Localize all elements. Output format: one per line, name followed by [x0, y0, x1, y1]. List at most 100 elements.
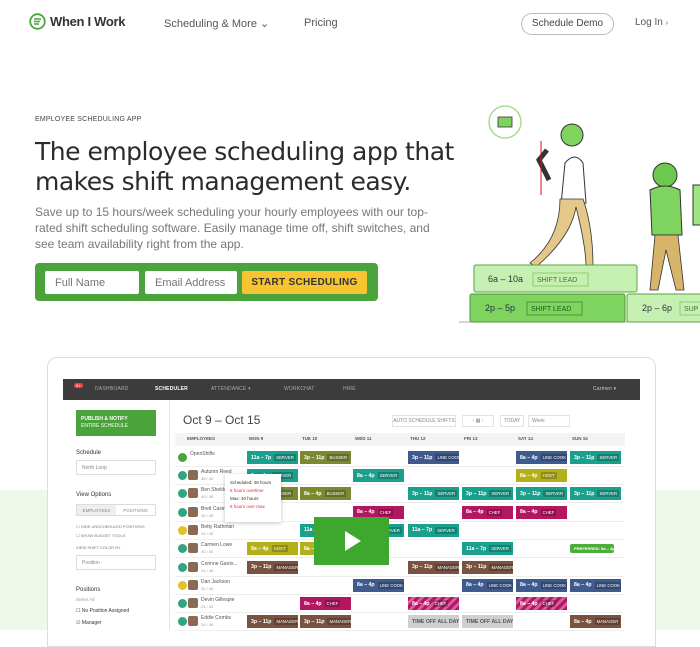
no-position-checkbox[interactable]: ☐ No Position Assigned	[76, 608, 129, 614]
shift-block[interactable]: 11a – 7pSERVER	[462, 542, 513, 556]
logo-icon	[29, 13, 46, 30]
shift-block[interactable]: 8a – 4p CHEF	[516, 597, 567, 611]
shift-time: 11a – 7p	[466, 545, 487, 552]
shift-position: CHEF	[540, 600, 557, 608]
manager-checkbox[interactable]: ☑ Manager	[76, 620, 102, 626]
shift-block[interactable]: 8a – 4p CHEF	[300, 597, 351, 611]
shift-time: 11a – 7p	[251, 454, 272, 461]
shift-time: 3p – 11p	[251, 564, 272, 570]
avatar	[188, 579, 198, 590]
row-divider	[175, 538, 625, 540]
view-select[interactable]: Week	[528, 415, 570, 427]
grid-header	[175, 433, 625, 446]
shift-block[interactable]: 8a – 4p LINE COOK	[516, 451, 567, 464]
avatar	[188, 506, 198, 517]
shift-position: LINE COOK	[435, 454, 459, 461]
hide-unscheduled-checkbox[interactable]: ☐ HIDE UNSCHEDULED POSITIONS	[76, 524, 145, 529]
email-input[interactable]	[145, 271, 237, 294]
shift-block[interactable]: 11a – 7pSERVER	[247, 451, 298, 464]
shift-block[interactable]: 3p – 11p MANAGER	[300, 615, 351, 629]
shift-time: 3p – 11p	[574, 454, 595, 461]
shift-block[interactable]: 3p – 11p SERVER	[516, 487, 567, 501]
nav-scheduler[interactable]: SCHEDULER	[155, 386, 188, 392]
nav-scheduling-more[interactable]: Scheduling & More ⌄	[164, 17, 269, 30]
avatar	[188, 488, 198, 499]
employee-hours: 24 / 40	[201, 530, 214, 536]
day-header: SAT 14	[518, 436, 533, 441]
shift-block[interactable]: 8a – 4pHOST	[516, 469, 567, 482]
calendar-picker[interactable]: ‹ ▦ ›	[462, 415, 494, 427]
login-link[interactable]: Log In ›	[635, 17, 668, 28]
logo[interactable]: When I Work	[29, 13, 125, 30]
shift-block[interactable]: 8a – 4p CHEF	[408, 597, 459, 611]
status-icon	[178, 580, 187, 590]
shift-position: SERVER	[489, 545, 511, 553]
shift-position: LINE COOK	[377, 581, 404, 589]
nav-pricing[interactable]: Pricing	[304, 17, 338, 29]
shift-block[interactable]: 3p – 11p MANAGER	[247, 560, 298, 574]
shift-block[interactable]: 8a – 4p LINE COOK	[570, 578, 621, 592]
today-button[interactable]: TODAY	[500, 415, 524, 427]
employee-hours: 24 / 40	[201, 567, 214, 573]
show-budget-checkbox[interactable]: ☐ SHOW BUDGET TOOLS	[76, 533, 125, 538]
shift-block[interactable]: TIME OFF ALL DAY	[462, 615, 513, 629]
shift-block[interactable]: 11a – 7pSERVER	[408, 523, 459, 537]
svg-text:SHIFT LEAD: SHIFT LEAD	[531, 306, 571, 313]
employee-hours: 40 / 40	[201, 512, 214, 518]
shift-block[interactable]: 3p – 11p SERVER	[462, 487, 513, 501]
shift-block[interactable]: 8a – 4p LINE COOK	[516, 578, 567, 592]
nav-hire[interactable]: HIRE	[343, 386, 356, 392]
shift-block[interactable]: 3p – 11p SERVER	[570, 487, 621, 501]
start-scheduling-button[interactable]: START SCHEDULING	[242, 271, 367, 294]
shift-block[interactable]: 3p – 11p SERVER	[408, 487, 459, 501]
shift-block[interactable]: 8a – 4p CHEF	[516, 505, 567, 519]
shift-block[interactable]: 3p – 11p LINE COOK	[408, 451, 459, 464]
shift-position: MANAGER	[274, 563, 298, 571]
nav-dashboard[interactable]: DASHBOARD	[95, 386, 128, 392]
shift-time: 3p – 11p	[304, 454, 325, 461]
shift-block[interactable]: 3p – 11p MANAGER	[408, 560, 459, 574]
shift-block[interactable]: 3p – 11p MANAGER	[462, 560, 513, 574]
schedule-demo-button[interactable]: Schedule Demo	[521, 13, 614, 35]
schedule-select[interactable]: North Loop	[76, 460, 156, 475]
shift-time: TIME OFF ALL DAY	[466, 618, 513, 625]
tab-employees[interactable]: EMPLOYEES	[77, 505, 116, 515]
shift-block[interactable]: 3p – 11p BUSSER	[300, 451, 351, 464]
shift-position: LINE COOK	[594, 581, 621, 589]
shift-block[interactable]: PREFERRED: 8a – 4p	[570, 544, 614, 554]
shift-block[interactable]: 8a – 4p LINE COOK	[353, 578, 404, 592]
shift-block[interactable]: 8a – 4p LINE COOK	[462, 578, 513, 592]
day-header: FRI 13	[464, 436, 478, 441]
status-icon	[178, 507, 187, 517]
shift-block[interactable]: TIME OFF ALL DAY	[408, 615, 459, 629]
employee-name: Corinne Garris...	[201, 560, 238, 567]
shift-time: 8a – 4p	[304, 600, 322, 607]
employees-header: EMPLOYEES	[187, 436, 216, 441]
shift-block[interactable]: 8a – 4pHOST	[247, 542, 298, 556]
employee-name: Dan Jackson	[201, 578, 230, 585]
shift-block[interactable]: 3p – 11p MANAGER	[247, 615, 298, 629]
shift-position: BUSSER	[327, 454, 350, 461]
auto-schedule-button[interactable]: AUTO SCHEDULE SHIFTS	[392, 415, 456, 427]
shift-block[interactable]: 8a – 4p CHEF	[462, 505, 513, 519]
color-by-select[interactable]: Position	[76, 555, 156, 570]
shift-position: SERVER	[543, 490, 566, 498]
shift-block[interactable]: 8a – 4pSERVER	[353, 469, 404, 482]
shift-position: SERVER	[489, 490, 512, 498]
shift-block[interactable]: 3p – 11p SERVER	[570, 451, 621, 464]
select-all-link[interactable]: Select All	[76, 597, 95, 602]
shift-time: 3p – 11p	[520, 490, 541, 497]
full-name-input[interactable]	[45, 271, 139, 294]
day-header: WED 11	[355, 436, 372, 441]
nav-workchat[interactable]: WORKCHAT	[284, 386, 314, 392]
user-menu[interactable]: Carmen ▾	[593, 386, 616, 392]
arrow-right-icon: ›	[665, 20, 668, 27]
nav-attendance[interactable]: ATTENDANCE ▾	[211, 386, 251, 392]
shift-block[interactable]: 8a – 4pBUSSER	[300, 487, 351, 501]
shift-time: 3p – 11p	[412, 564, 433, 570]
play-video-button[interactable]	[314, 517, 389, 565]
tab-positions[interactable]: POSITIONS	[116, 505, 155, 515]
shift-position: SERVER	[435, 490, 458, 498]
publish-button[interactable]: PUBLISH & NOTIFY ENTIRE SCHEDULE	[76, 410, 156, 436]
shift-block[interactable]: 8a – 4p MANAGER	[570, 615, 621, 629]
